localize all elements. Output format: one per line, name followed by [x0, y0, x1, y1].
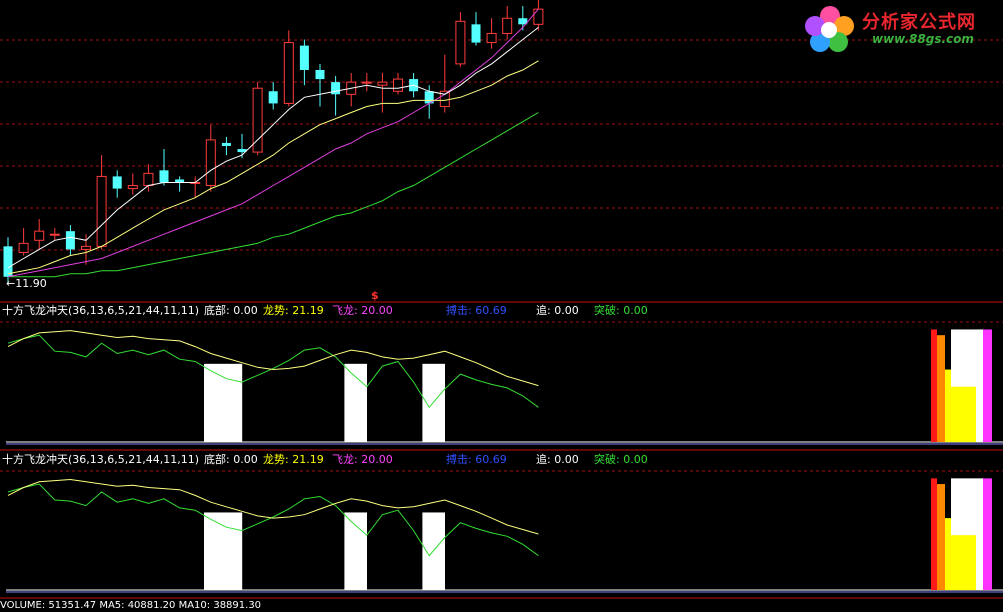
- candle-body-up: [533, 8, 544, 25]
- indicator-item-chase: 追: 0.00: [536, 304, 579, 317]
- candle-body-up: [361, 81, 372, 84]
- end-bar: [983, 478, 992, 590]
- indicator-item-strike: 搏击: 60.69: [446, 304, 507, 317]
- end-bar: [937, 484, 945, 590]
- signal-marker: $: [371, 289, 379, 302]
- end-yellow-block: [946, 535, 976, 590]
- indicator-item-breakout: 突破: 0.00: [594, 453, 648, 466]
- logo-text: 分析家公式网: [862, 12, 976, 33]
- candle-body-down: [268, 91, 278, 104]
- end-bar: [937, 335, 945, 442]
- indicator-green-line: [7, 334, 539, 409]
- logo-url: www.88gs.com: [872, 32, 974, 46]
- low-arrow-icon: ←: [6, 277, 16, 290]
- indicator-yellow-line: [7, 330, 539, 387]
- candle-body-down: [3, 246, 13, 277]
- candle-body-up: [486, 32, 497, 44]
- signal-block: [204, 363, 243, 442]
- indicator-yellow-line: [7, 478, 539, 535]
- indicator-green-line: [7, 483, 539, 557]
- candle-body-up: [143, 172, 154, 187]
- candle-body-up: [455, 20, 466, 65]
- end-bar: [931, 329, 937, 442]
- indicator-item-breakout: 突破: 0.00: [594, 304, 648, 317]
- candle-body-up: [81, 245, 91, 250]
- low-price-label: ←11.90: [6, 277, 47, 290]
- candle-body-down: [299, 45, 309, 70]
- indicator-item-bottom: 底部: 0.00: [204, 453, 258, 466]
- indicator-name: 十方飞龙冲天(36,13,6,5,21,44,11,11): [2, 453, 200, 466]
- price-grid: [0, 39, 1003, 251]
- candle-body-up: [377, 81, 388, 86]
- candle-body-up: [49, 233, 60, 236]
- candle-body-down: [471, 24, 481, 43]
- candle-body-up: [205, 139, 216, 187]
- candle-body-down: [221, 142, 231, 146]
- signal-block: [422, 363, 445, 442]
- indicator-panel-2: [0, 470, 1003, 593]
- candle-body-up: [393, 78, 403, 92]
- candle-body-up: [18, 242, 29, 253]
- candle-body-up: [96, 175, 107, 247]
- site-logo[interactable]: 分析家公式网 www.88gs.com: [800, 2, 1000, 54]
- signal-block: [422, 512, 445, 590]
- indicator-item-dragon: 飞龙: 20.00: [332, 453, 393, 466]
- end-yellow-block: [946, 386, 976, 442]
- candle-body-down: [331, 82, 341, 95]
- indicator-item-chase: 追: 0.00: [536, 453, 579, 466]
- indicator-name: 十方飞龙冲天(36,13,6,5,21,44,11,11): [2, 304, 200, 317]
- candle-body-up: [127, 185, 138, 190]
- candle-body-up: [283, 42, 294, 104]
- candle-body-down: [315, 69, 325, 80]
- signal-block: [344, 512, 367, 590]
- candle-body-down: [112, 176, 122, 189]
- candle-body-up: [34, 230, 45, 241]
- indicator-item-dragon: 飞龙: 20.00: [332, 304, 393, 317]
- candle-body-down: [159, 170, 169, 183]
- signal-block: [344, 363, 367, 442]
- indicator-item-strike: 搏击: 60.69: [446, 453, 507, 466]
- indicator-panel-1: [0, 321, 1003, 445]
- end-bar: [983, 329, 992, 442]
- candle-body-down: [65, 231, 75, 250]
- indicator-item-trend: 龙势: 21.19: [263, 453, 324, 466]
- indicator-item-bottom: 底部: 0.00: [204, 304, 258, 317]
- flower-icon: [805, 6, 854, 52]
- end-bar: [931, 478, 937, 590]
- indicator-item-trend: 龙势: 21.19: [263, 304, 324, 317]
- signal-block: [204, 512, 243, 590]
- candle-body-up: [502, 17, 513, 34]
- volume-footer: VOLUME: 51351.47 MA5: 40881.20 MA10: 388…: [0, 600, 262, 611]
